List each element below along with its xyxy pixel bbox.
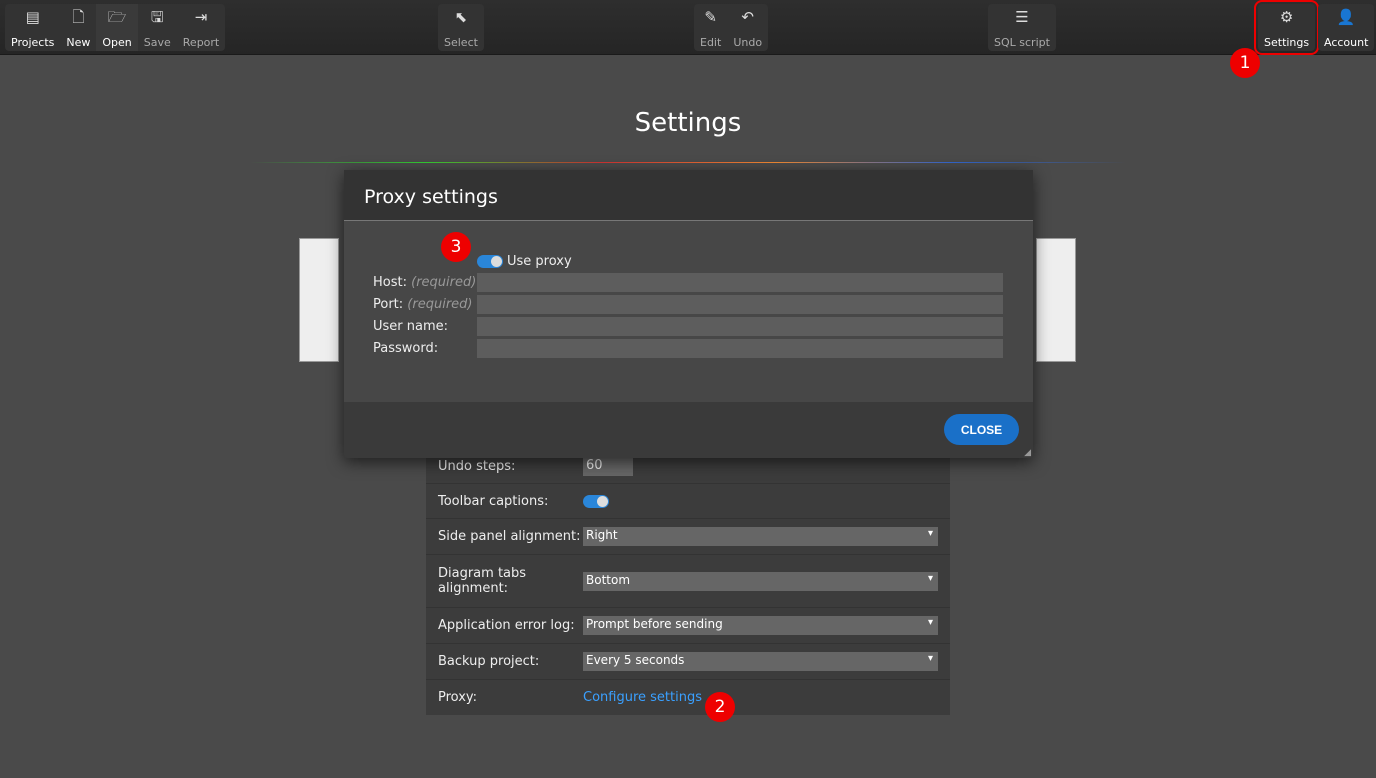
port-text: Port: [373, 297, 404, 312]
undo-label: Undo [733, 36, 763, 49]
theme-preview-left[interactable] [299, 238, 339, 362]
dialog-title: Proxy settings [344, 170, 1033, 221]
toolbar-captions-row: Toolbar captions: [426, 484, 950, 519]
close-button[interactable]: CLOSE [944, 414, 1019, 445]
diagram-tabs-row: Diagram tabs alignment: Bottom [426, 555, 950, 608]
error-log-label: Application error log: [438, 618, 575, 633]
host-required: (required) [411, 275, 477, 290]
report-button[interactable]: ⇥ Report [177, 4, 225, 51]
toolbar-captions-label: Toolbar captions: [438, 493, 549, 509]
side-panel-select[interactable]: Right [583, 527, 938, 546]
port-label: Port: (required) [373, 297, 477, 312]
theme-preview-right[interactable] [1036, 238, 1076, 362]
username-label: User name: [373, 319, 449, 334]
edit-label: Edit [700, 36, 722, 49]
user-icon: 👤 [1336, 8, 1356, 26]
settings-group: ⚙ Settings [1253, 0, 1320, 55]
error-log-row: Application error log: Prompt before send… [426, 608, 950, 644]
step-badge-2: 2 [705, 692, 735, 722]
undo-button[interactable]: ↶ Undo [727, 4, 768, 51]
use-proxy-row: Use proxy [477, 254, 572, 269]
host-text: Host: [373, 275, 407, 290]
folder-icon: 🗁 [107, 8, 127, 26]
use-proxy-label: Use proxy [507, 254, 572, 269]
toolbar-captions-toggle[interactable] [583, 494, 609, 508]
gear-icon: ⚙ [1279, 8, 1294, 26]
host-input[interactable] [477, 273, 1003, 292]
projects-icon: ▤ [25, 8, 40, 26]
new-file-icon: 🗋 [72, 8, 85, 26]
script-icon: ☰ [1015, 8, 1029, 26]
port-required: (required) [407, 297, 473, 312]
report-icon: ⇥ [194, 8, 208, 26]
new-button[interactable]: 🗋 New [60, 4, 96, 51]
step-badge-1: 1 [1230, 48, 1260, 78]
page-title: Settings [634, 108, 742, 138]
username-input[interactable] [477, 317, 1003, 336]
sql-label: SQL script [994, 36, 1050, 49]
projects-label: Projects [11, 36, 55, 49]
step-badge-3: 3 [441, 232, 471, 262]
title-divider [250, 162, 1126, 163]
edit-group: ✎ Edit ↶ Undo [694, 4, 769, 51]
open-label: Open [102, 36, 132, 49]
undo-steps-label: Undo steps: [438, 459, 516, 474]
resize-handle-icon[interactable]: ◢ [1024, 448, 1031, 458]
select-button[interactable]: ⬉ Select [438, 4, 484, 51]
backup-row: Backup project: Every 5 seconds [426, 644, 950, 680]
save-icon: 🖫 [150, 8, 164, 26]
settings-button[interactable]: ⚙ Settings [1258, 4, 1315, 51]
projects-button[interactable]: ▤ Projects [5, 4, 60, 51]
settings-panel: Undo steps: 60 Toolbar captions: Side pan… [426, 450, 950, 715]
undo-icon: ↶ [741, 8, 754, 26]
select-label: Select [444, 36, 478, 49]
new-label: New [66, 36, 91, 49]
account-button[interactable]: 👤 Account [1318, 4, 1374, 51]
diagram-tabs-select[interactable]: Bottom [583, 571, 938, 591]
account-label: Account [1324, 36, 1369, 49]
report-label: Report [182, 36, 220, 49]
side-panel-row: Side panel alignment: Right [426, 519, 950, 555]
proxy-label: Proxy: [438, 689, 478, 705]
open-button[interactable]: 🗁 Open [96, 4, 138, 51]
sql-script-button[interactable]: ☰ SQL script [988, 4, 1056, 51]
port-input[interactable] [477, 295, 1003, 314]
undo-steps-input[interactable]: 60 [583, 457, 633, 476]
edit-button[interactable]: ✎ Edit [694, 4, 727, 51]
save-label: Save [143, 36, 171, 49]
save-button[interactable]: 🖫 Save [138, 4, 177, 51]
password-label: Password: [373, 341, 439, 356]
file-group: ▤ Projects 🗋 New 🗁 Open 🖫 Save ⇥ Report [5, 4, 226, 51]
sql-group: ☰ SQL script [988, 4, 1056, 51]
account-group: 👤 Account [1318, 4, 1375, 51]
pencil-icon: ✎ [704, 8, 717, 26]
dialog-footer: CLOSE ◢ [344, 402, 1033, 458]
proxy-settings-dialog: Proxy settings Use proxy Host: (required… [344, 170, 1033, 458]
settings-label: Settings [1264, 36, 1310, 49]
proxy-row: Proxy: Configure settings [426, 680, 950, 714]
select-group: ⬉ Select [438, 4, 484, 51]
password-input[interactable] [477, 339, 1003, 358]
use-proxy-toggle[interactable] [477, 255, 503, 268]
cursor-icon: ⬉ [454, 8, 468, 26]
backup-label: Backup project: [438, 654, 540, 669]
error-log-select[interactable]: Prompt before sending [583, 616, 938, 635]
host-label: Host: (required) [373, 275, 477, 290]
side-panel-label: Side panel alignment: [438, 529, 581, 544]
configure-proxy-link[interactable]: Configure settings [583, 690, 702, 705]
diagram-tabs-label: Diagram tabs alignment: [438, 566, 527, 596]
backup-select[interactable]: Every 5 seconds [583, 652, 938, 671]
top-toolbar: ▤ Projects 🗋 New 🗁 Open 🖫 Save ⇥ Report ⬉ Sele… [0, 0, 1376, 55]
